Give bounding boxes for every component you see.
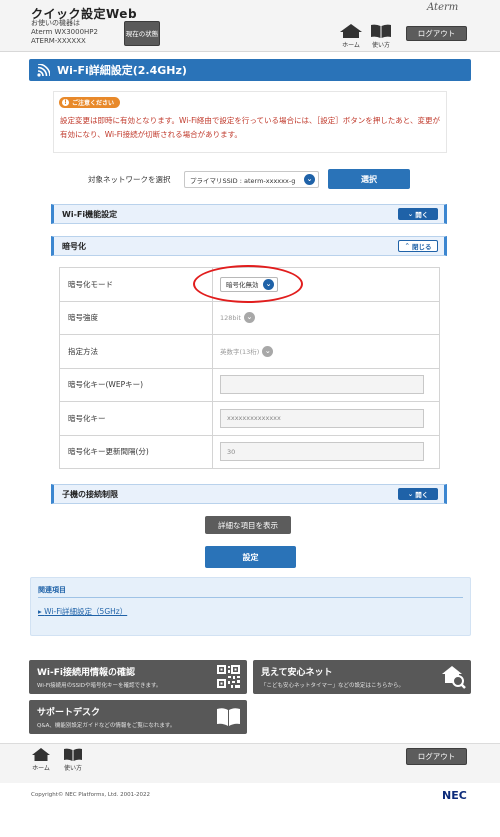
home-label: ホーム (342, 42, 360, 49)
page-title: Wi-Fi詳細設定(2.4GHz) (29, 59, 471, 81)
card-support-desk[interactable]: サポートデスク Q&A、機能別設定ガイドなどの情報をご覧になれます。 (29, 700, 247, 734)
device-label: お使いの機器は (31, 19, 80, 27)
divider (38, 597, 463, 598)
caution-badge: ! ご注意ください (59, 97, 121, 108)
encryption-toggle-label: 閉じる (411, 243, 432, 251)
related-links: 関連項目 ▸ Wi-Fi詳細設定（5GHz） (30, 577, 471, 636)
section-encryption: 暗号化 ⌃ 閉じる (51, 236, 447, 256)
book-icon (64, 748, 82, 761)
card-desc: Q&A、機能別設定ガイドなどの情報をご覧になれます。 (37, 723, 176, 729)
chevron-down-icon: ⌄ (243, 312, 255, 324)
section-encryption-label: 暗号化 (62, 241, 86, 251)
row-label: 暗号化キー更新間隔(分) (59, 434, 213, 469)
device-id: ATERM-XXXXXX (31, 37, 86, 45)
device-model: Aterm WX3000HP2 (31, 28, 98, 36)
related-link-text: Wi-Fi詳細設定（5GHz） (44, 607, 128, 616)
aterm-logo: Aterm (427, 2, 459, 13)
footer-manual-label: 使い方 (63, 765, 82, 772)
card-desc: Wi-Fi接続用のSSIDや暗号化キーを確認できます。 (37, 683, 162, 689)
table-row: 指定方法 英数字(13桁) ⌄ (59, 334, 440, 369)
encryption-strength-value: 128bit (220, 313, 241, 322)
encryption-strength-select[interactable]: 128bit ⌄ (220, 311, 255, 325)
child-limit-open-button[interactable]: ⌄ 開く (398, 488, 438, 500)
card-title: 見えて安心ネット (261, 668, 333, 678)
row-value-cell: xxxxxxxxxxxxxx (212, 401, 440, 436)
house-search-icon (442, 666, 466, 689)
caution-notice: ! ご注意ください 設定変更は即時に有効となります。Wi-Fi経由で設定を行って… (53, 91, 447, 153)
home-icon (32, 748, 50, 761)
wifi-icon (37, 64, 50, 77)
row-label: 指定方法 (59, 334, 213, 369)
child-limit-toggle-label: 開く (415, 491, 429, 499)
row-label: 暗号化モード (59, 267, 213, 302)
status-button[interactable]: 現在の状態 (124, 21, 160, 46)
encryption-key-field[interactable]: xxxxxxxxxxxxxx (220, 408, 424, 428)
card-title: Wi-Fi接続用情報の確認 (37, 668, 135, 678)
select-button[interactable]: 選択 (328, 169, 410, 189)
section-child-limit: 子機の接続制限 ⌄ 開く (51, 484, 447, 504)
table-row: 暗号化キー更新間隔(分) 30 (59, 434, 440, 469)
footer-manual-button[interactable] (63, 748, 83, 763)
row-label: 暗号強度 (59, 300, 213, 335)
chevron-up-icon: ⌃ (404, 242, 410, 250)
footer-home-label: ホーム (32, 765, 50, 772)
qr-code-icon (217, 665, 240, 688)
wifi-function-toggle-label: 開く (415, 211, 429, 219)
network-select-label: 対象ネットワークを選択 (88, 175, 171, 184)
section-wifi-function-label: Wi-Fi機能設定 (62, 209, 118, 219)
footer-home-button[interactable] (31, 748, 51, 763)
table-row: 暗号化キー xxxxxxxxxxxxxx (59, 401, 440, 436)
nec-logo: NEC (442, 789, 467, 802)
card-desc: 「こども安心ネットタイマー」などの設定はこちらから。 (261, 683, 405, 689)
key-update-interval-field[interactable]: 30 (220, 442, 424, 462)
chevron-down-icon: ⌄ (262, 345, 274, 357)
card-mieteanshin[interactable]: 見えて安心ネット 「こども安心ネットタイマー」などの設定はこちらから。 (253, 660, 471, 694)
key-format-value: 英数字(13桁) (220, 348, 260, 357)
show-detail-button[interactable]: 詳細な項目を表示 (205, 516, 291, 534)
chevron-down-icon: ⌄ (304, 174, 315, 185)
card-title: サポートデスク (37, 708, 101, 718)
section-wifi-function: Wi-Fi機能設定 ⌄ 開く (51, 204, 447, 224)
manual-label: 使い方 (371, 42, 390, 49)
home-button[interactable] (338, 24, 364, 40)
key-format-select[interactable]: 英数字(13桁) ⌄ (220, 344, 274, 358)
row-value-cell (212, 367, 440, 402)
wep-key-field[interactable] (220, 375, 424, 395)
row-value-cell: 30 (212, 434, 440, 469)
copyright: Copyright© NEC Platforms, Ltd. 2001-2022 (31, 792, 151, 798)
caution-text: 設定変更は即時に有効となります。Wi-Fi経由で設定を行っている場合には、［設定… (60, 116, 440, 139)
chevron-down-icon: ⌄ (407, 210, 414, 218)
encryption-close-button[interactable]: ⌃ 閉じる (398, 240, 438, 252)
network-select[interactable]: プライマリSSID : aterm-xxxxxx-g ⌄ (184, 171, 319, 188)
card-wifi-info[interactable]: Wi-Fi接続用情報の確認 Wi-Fi接続用のSSIDや暗号化キーを確認できます… (29, 660, 247, 694)
related-title: 関連項目 (38, 586, 66, 594)
table-row: 暗号化キー(WEPキー) (59, 367, 440, 402)
footer-logout-button[interactable]: ログアウト (406, 748, 467, 765)
network-select-value: プライマリSSID : aterm-xxxxxx-g (190, 176, 296, 185)
page-title-text: Wi-Fi詳細設定(2.4GHz) (57, 64, 187, 77)
related-link-wifi-5ghz[interactable]: ▸ Wi-Fi詳細設定（5GHz） (38, 606, 127, 617)
section-child-limit-label: 子機の接続制限 (62, 489, 118, 499)
logout-button[interactable]: ログアウト (406, 26, 467, 41)
exclamation-icon: ! (62, 99, 69, 106)
book-icon (217, 708, 240, 726)
wifi-function-open-button[interactable]: ⌄ 開く (398, 208, 438, 220)
row-label: 暗号化キー (59, 401, 213, 436)
highlight-ring (193, 265, 303, 303)
chevron-down-icon: ⌄ (407, 490, 414, 498)
table-row: 暗号強度 128bit ⌄ (59, 300, 440, 335)
caution-badge-text: ご注意ください (72, 100, 115, 107)
row-value-cell: 128bit ⌄ (212, 300, 440, 335)
row-label: 暗号化キー(WEPキー) (59, 367, 213, 402)
book-icon (371, 24, 391, 38)
manual-button[interactable] (370, 24, 392, 40)
row-value-cell: 英数字(13桁) ⌄ (212, 334, 440, 369)
home-icon (340, 24, 362, 38)
apply-button[interactable]: 設定 (205, 546, 296, 568)
